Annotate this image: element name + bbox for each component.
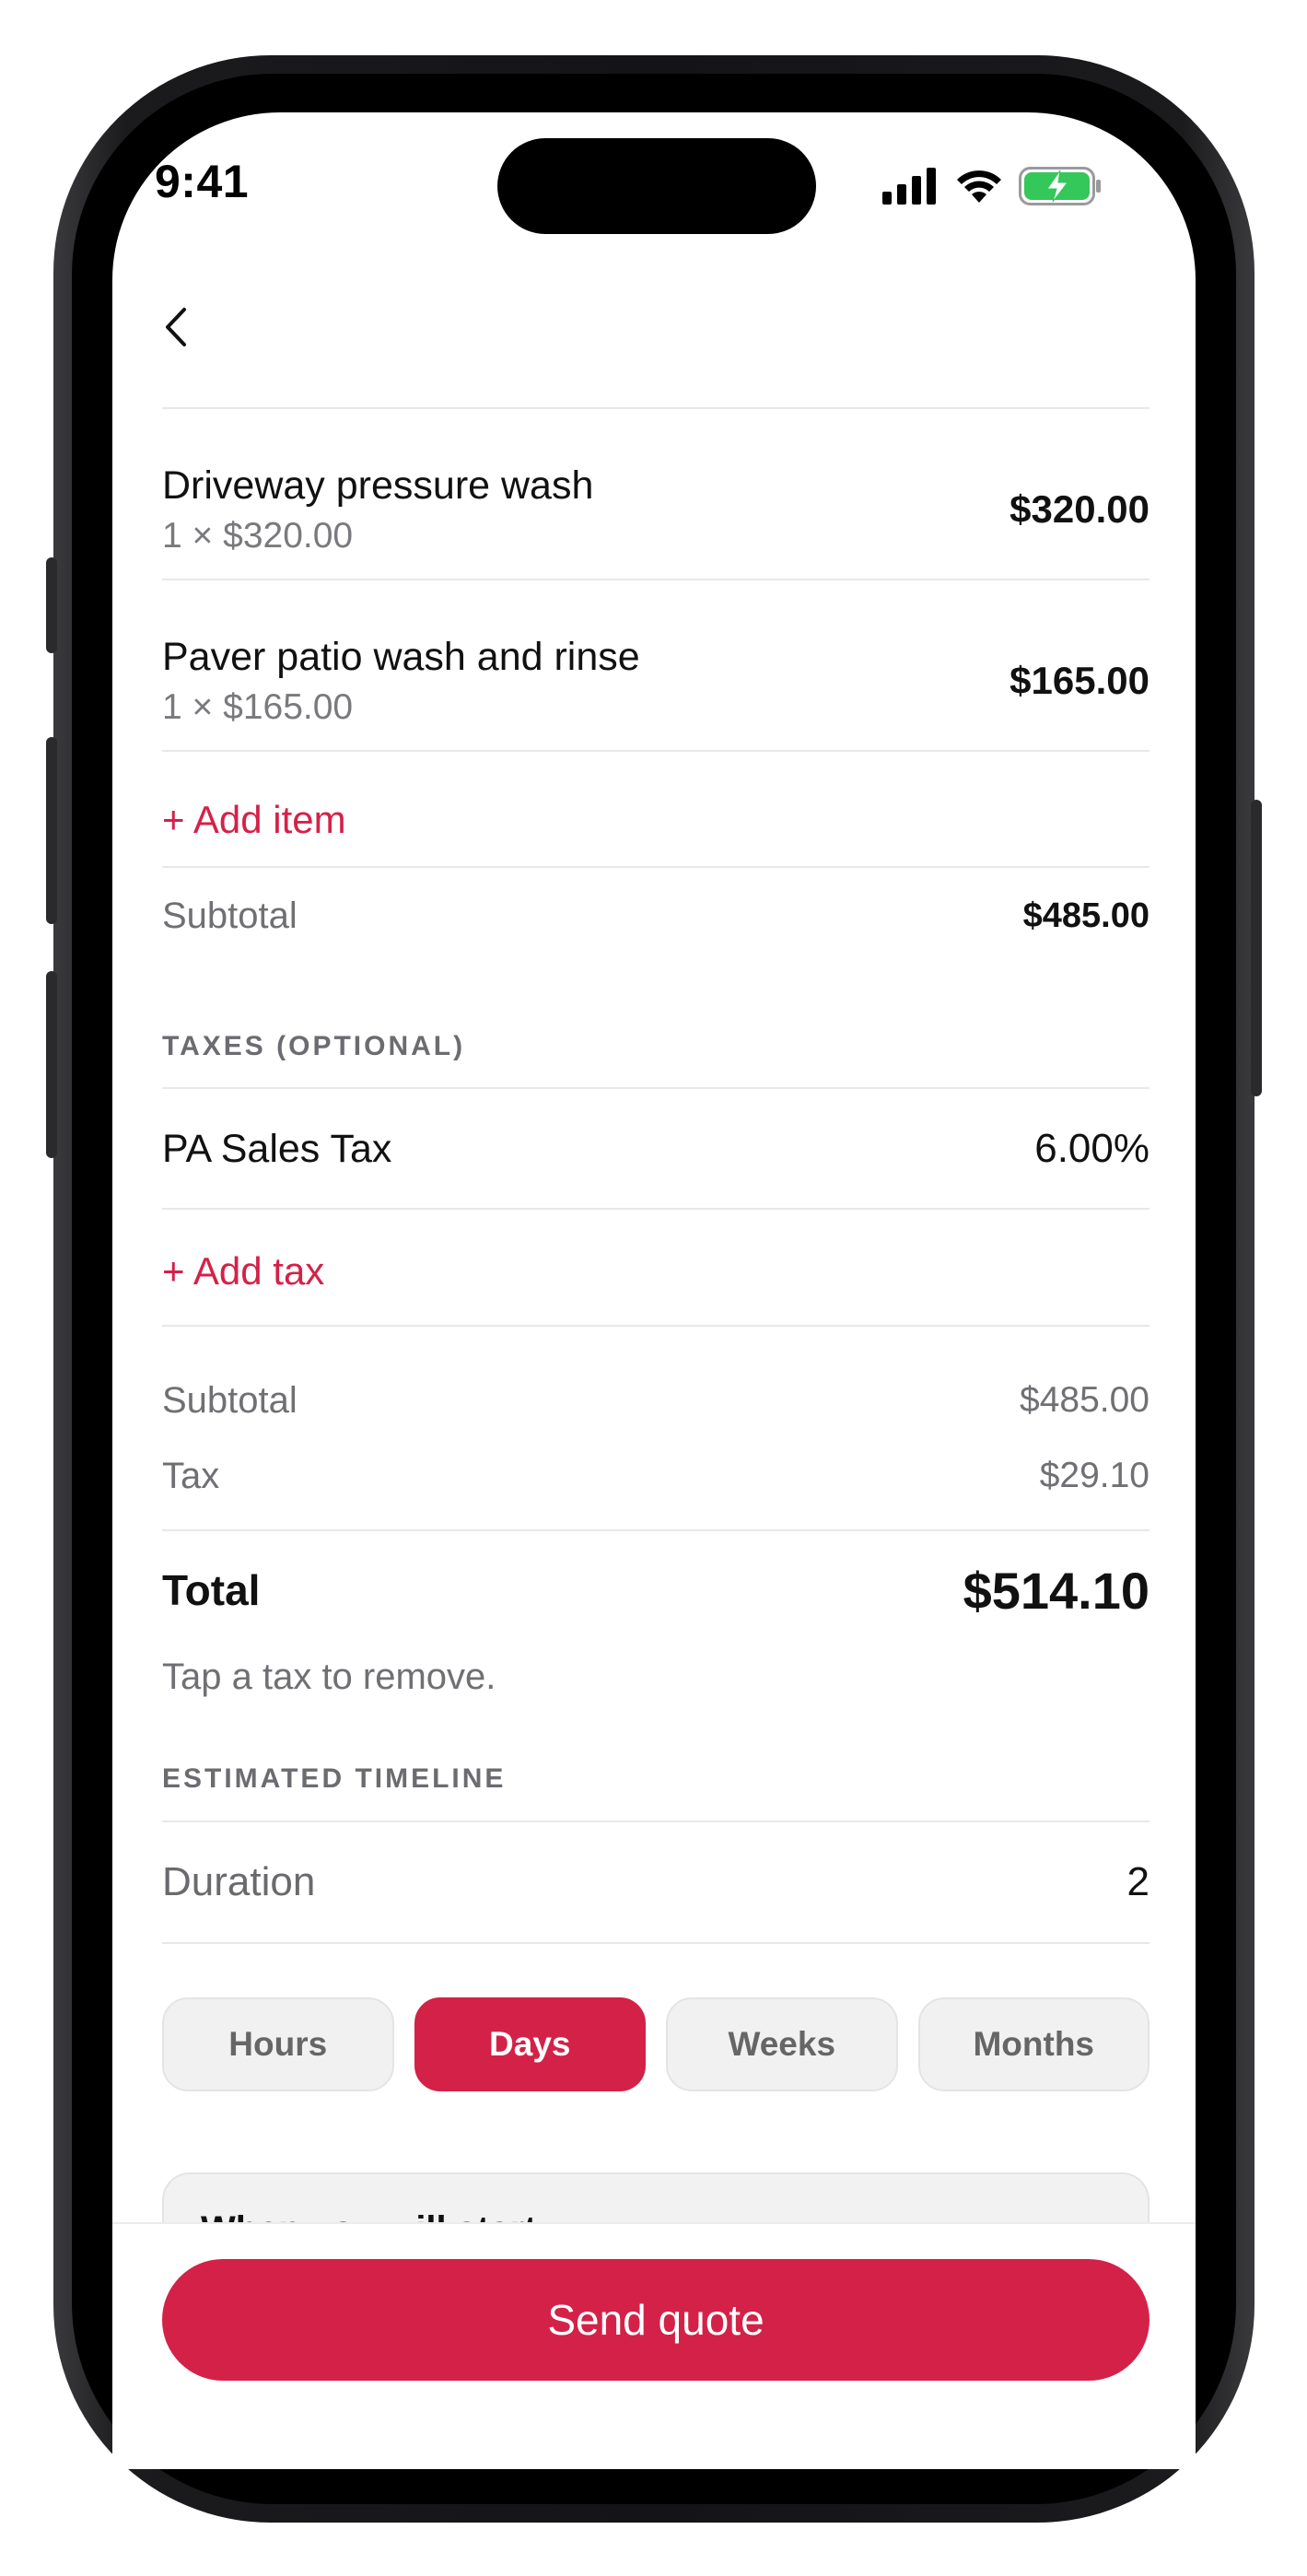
- summary-subtotal-value: $485.00: [1020, 1380, 1149, 1420]
- total-value: $514.10: [963, 1561, 1149, 1620]
- add-item-label: + Add item: [162, 798, 346, 841]
- volume-down-button: [46, 971, 57, 1158]
- divider: [162, 1208, 1149, 1210]
- dynamic-island: [497, 138, 816, 234]
- total-row: Total $514.10: [162, 1555, 1149, 1625]
- divider: [162, 1529, 1149, 1531]
- back-button[interactable]: [162, 299, 206, 355]
- add-item-button[interactable]: + Add item: [162, 783, 1149, 857]
- action-button: [46, 557, 57, 653]
- cellular-signal-icon: [882, 168, 936, 205]
- send-quote-button[interactable]: Send quote: [162, 2259, 1149, 2381]
- back-chevron-icon: [166, 308, 186, 346]
- taxes-heading: TAXES (OPTIONAL): [162, 1031, 466, 1061]
- add-tax-label: + Add tax: [162, 1249, 325, 1293]
- unit-days-button[interactable]: Days: [414, 1997, 646, 2091]
- line-item-name: Paver patio wash and rinse: [162, 634, 640, 679]
- line-item-text: Driveway pressure wash 1 × $320.00: [162, 463, 593, 556]
- summary-tax-value: $29.10: [1039, 1456, 1149, 1495]
- divider: [162, 1942, 1149, 1944]
- unit-months-button[interactable]: Months: [917, 1997, 1149, 2091]
- tax-rate: 6.00%: [1034, 1126, 1149, 1171]
- line-item-name: Driveway pressure wash: [162, 463, 594, 508]
- duration-unit-selector: Hours Days Weeks Months: [162, 1997, 1149, 2091]
- subtotal-label: Subtotal: [162, 895, 298, 936]
- line-item-detail: 1 × $320.00: [162, 515, 354, 556]
- line-item-detail: 1 × $165.00: [162, 686, 354, 727]
- divider: [162, 579, 1149, 580]
- total-label: Total: [162, 1566, 261, 1614]
- volume-up-button: [46, 737, 57, 924]
- subtotal-row: Subtotal $485.00: [162, 888, 1149, 943]
- taxes-heading-row: TAXES (OPTIONAL): [162, 1025, 1149, 1068]
- timeline-heading: ESTIMATED TIMELINE: [162, 1763, 507, 1794]
- status-time: 9:41: [155, 156, 250, 207]
- tax-hint: Tap a tax to remove.: [162, 1656, 496, 1697]
- line-item[interactable]: Paver patio wash and rinse 1 × $165.00 $…: [162, 612, 1149, 750]
- divider: [162, 1821, 1149, 1822]
- timeline-heading-row: ESTIMATED TIMELINE: [162, 1758, 1149, 1800]
- subtotal-value: $485.00: [1022, 896, 1149, 935]
- divider: [162, 1087, 1149, 1089]
- divider: [162, 750, 1149, 752]
- line-item-price: $320.00: [1009, 487, 1149, 531]
- hint-row: Tap a tax to remove.: [162, 1649, 1149, 1704]
- summary-subtotal-label: Subtotal: [162, 1379, 298, 1421]
- divider: [162, 866, 1149, 868]
- line-item-text: Paver patio wash and rinse 1 × $165.00: [162, 635, 640, 728]
- battery-charging-icon: [1019, 167, 1101, 205]
- tax-item[interactable]: PA Sales Tax 6.00%: [162, 1117, 1149, 1181]
- unit-weeks-button[interactable]: Weeks: [666, 1997, 898, 2091]
- power-button: [1251, 800, 1262, 1096]
- summary-tax-label: Tax: [162, 1455, 220, 1496]
- duration-label: Duration: [162, 1859, 316, 1904]
- line-item-price: $165.00: [1009, 659, 1149, 702]
- unit-hours-button[interactable]: Hours: [162, 1997, 394, 2091]
- add-tax-button[interactable]: + Add tax: [162, 1235, 1149, 1308]
- summary-subtotal-row: Subtotal $485.00: [162, 1373, 1149, 1428]
- line-item[interactable]: Driveway pressure wash 1 × $320.00 $320.…: [162, 440, 1149, 579]
- wifi-icon: [957, 170, 1001, 203]
- duration-row[interactable]: Duration 2: [162, 1850, 1149, 1914]
- status-icons: [882, 164, 1103, 208]
- tax-name: PA Sales Tax: [162, 1126, 392, 1171]
- divider: [162, 407, 1149, 409]
- summary-tax-row: Tax $29.10: [162, 1448, 1149, 1504]
- divider: [162, 1325, 1149, 1327]
- duration-value[interactable]: 2: [1127, 1859, 1149, 1905]
